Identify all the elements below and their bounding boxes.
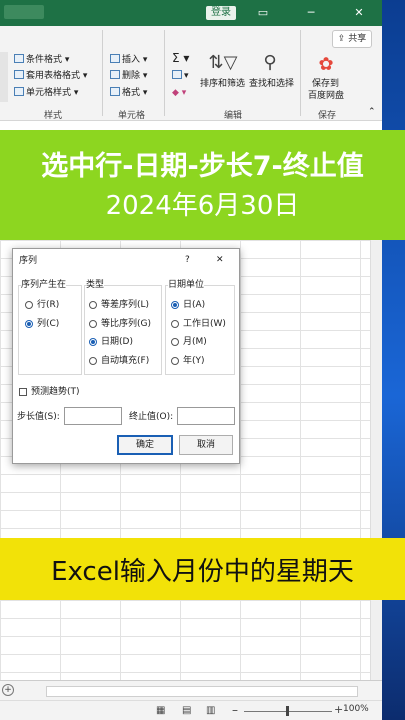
delete-icon bbox=[110, 70, 120, 79]
date-radio[interactable] bbox=[89, 338, 97, 346]
format-button[interactable]: 格式 ▾ bbox=[110, 87, 147, 99]
help-icon[interactable]: ? bbox=[185, 254, 190, 266]
date-unit-label: 日期单位 bbox=[168, 279, 205, 291]
styles-group-label: 样式 bbox=[44, 111, 63, 121]
delete-button[interactable]: 删除 ▾ bbox=[110, 70, 147, 82]
weekday-radio[interactable] bbox=[171, 320, 179, 328]
group-separator bbox=[164, 30, 165, 116]
conditional-format-icon bbox=[14, 54, 24, 63]
growth-radio-label: 等比序列(G) bbox=[101, 319, 151, 329]
month-radio-label: 月(M) bbox=[183, 337, 207, 347]
cell-style-icon bbox=[14, 87, 24, 96]
step-value-label: 步长值(S): bbox=[17, 412, 60, 422]
find-select-button[interactable]: 查找和选择 bbox=[249, 78, 294, 90]
stop-value-input[interactable] bbox=[177, 407, 235, 425]
autofill-radio-label: 自动填充(F) bbox=[101, 356, 150, 366]
zoom-level[interactable]: 100% bbox=[343, 704, 369, 714]
cell-style-button[interactable]: 单元格样式 ▾ bbox=[14, 87, 78, 99]
minimize-icon[interactable]: ─ bbox=[296, 4, 326, 22]
cancel-button[interactable]: 取消 bbox=[179, 435, 233, 455]
group-separator bbox=[300, 30, 301, 116]
table-format-button[interactable]: 套用表格格式 ▾ bbox=[14, 70, 87, 82]
year-radio-label: 年(Y) bbox=[183, 356, 205, 366]
weekday-radio-label: 工作日(W) bbox=[183, 319, 226, 329]
series-dialog: 序列 ? ✕ 序列产生在 行(R) 列(C) 类型 等差序列(L) 等比序列(G… bbox=[12, 248, 240, 464]
zoom-out-icon[interactable]: – bbox=[232, 703, 238, 717]
format-icon bbox=[110, 87, 120, 96]
stop-value-label: 终止值(O): bbox=[129, 412, 174, 422]
restore-icon[interactable]: ▭ bbox=[248, 4, 278, 22]
caption-line-2: 2024年6月30日 bbox=[105, 191, 300, 221]
series-in-label: 序列产生在 bbox=[21, 279, 67, 291]
conditional-format-button[interactable]: 条件格式 ▾ bbox=[14, 54, 69, 66]
collapse-ribbon-icon[interactable]: ⌃ bbox=[368, 106, 376, 118]
zoom-in-icon[interactable]: + bbox=[334, 703, 343, 716]
column-radio[interactable] bbox=[25, 320, 33, 328]
eraser-icon: ◆ bbox=[172, 88, 179, 98]
insert-button[interactable]: 插入 ▾ bbox=[110, 54, 147, 66]
fill-down-icon bbox=[172, 70, 182, 79]
day-radio[interactable] bbox=[171, 301, 179, 309]
trend-checkbox[interactable] bbox=[19, 388, 27, 396]
year-radio[interactable] bbox=[171, 357, 179, 365]
clipboard-group-edge bbox=[0, 52, 8, 102]
share-icon: ⇪ bbox=[337, 34, 349, 44]
save-group-label: 保存 bbox=[318, 111, 337, 121]
row-radio[interactable] bbox=[25, 301, 33, 309]
share-label: 共享 bbox=[348, 34, 367, 44]
title-bar: 登录 ▭ ─ ✕ bbox=[0, 0, 382, 26]
add-sheet-icon[interactable]: + bbox=[2, 684, 14, 696]
sort-filter-icon: ⇅▽ bbox=[208, 52, 238, 73]
normal-view-icon[interactable]: ▦ bbox=[156, 705, 165, 716]
caption-bottom-text: Excel输入月份中的星期天 bbox=[51, 557, 354, 587]
day-radio-label: 日(A) bbox=[183, 300, 206, 310]
page-break-icon[interactable]: ▥ bbox=[206, 705, 215, 716]
close-icon[interactable]: ✕ bbox=[216, 254, 224, 266]
group-separator bbox=[102, 30, 103, 116]
cells-group-label: 单元格 bbox=[118, 111, 146, 121]
page-layout-icon[interactable]: ▤ bbox=[182, 705, 191, 716]
login-button[interactable]: 登录 bbox=[206, 6, 236, 20]
fill-button[interactable]: ▾ bbox=[172, 70, 189, 82]
growth-radio[interactable] bbox=[89, 320, 97, 328]
trend-checkbox-label: 预测趋势(T) bbox=[31, 387, 80, 397]
baidu-netdisk-icon: ✿ bbox=[318, 54, 334, 75]
row-radio-label: 行(R) bbox=[37, 300, 60, 310]
ok-button[interactable]: 确定 bbox=[117, 435, 173, 455]
share-button[interactable]: ⇪ 共享 bbox=[332, 30, 372, 48]
status-bar: ▦ ▤ ▥ – + bbox=[0, 700, 382, 720]
table-format-icon bbox=[14, 70, 24, 79]
sort-filter-button[interactable]: 排序和筛选 bbox=[200, 78, 245, 90]
save-to-line1[interactable]: 保存到 bbox=[312, 78, 339, 90]
autosum-button[interactable]: Σ ▾ bbox=[172, 52, 189, 64]
desktop-background bbox=[382, 0, 405, 720]
zoom-slider-thumb[interactable] bbox=[286, 706, 289, 716]
linear-radio-label: 等差序列(L) bbox=[101, 300, 150, 310]
step-value-input[interactable] bbox=[64, 407, 122, 425]
column-radio-label: 列(C) bbox=[37, 319, 60, 329]
date-radio-label: 日期(D) bbox=[101, 337, 133, 347]
linear-radio[interactable] bbox=[89, 301, 97, 309]
editing-group-label: 编辑 bbox=[224, 111, 243, 121]
close-icon[interactable]: ✕ bbox=[344, 4, 374, 22]
autofill-radio[interactable] bbox=[89, 357, 97, 365]
horizontal-scrollbar[interactable] bbox=[46, 686, 358, 697]
save-to-line2[interactable]: 百度网盘 bbox=[308, 90, 344, 102]
clear-button[interactable]: ◆ ▾ bbox=[172, 87, 186, 99]
month-radio[interactable] bbox=[171, 338, 179, 346]
sheet-tab-bar: + bbox=[0, 680, 382, 701]
insert-icon bbox=[110, 54, 120, 63]
vertical-scrollbar[interactable] bbox=[370, 240, 382, 680]
dialog-title: 序列 bbox=[19, 256, 38, 266]
search-icon: ⚲ bbox=[263, 52, 277, 73]
document-title bbox=[4, 5, 44, 19]
caption-line-1: 选中行-日期-步长7-终止值 bbox=[41, 151, 364, 182]
type-label: 类型 bbox=[86, 279, 105, 291]
